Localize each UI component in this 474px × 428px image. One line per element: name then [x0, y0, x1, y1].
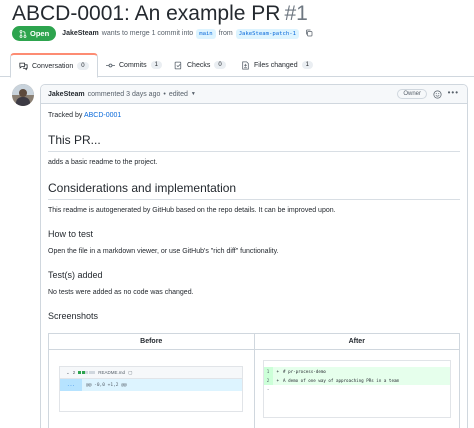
tracked-by-text: Tracked by [48, 112, 83, 119]
heading-divider [48, 151, 460, 152]
tab-conversation[interactable]: Conversation 0 [10, 53, 98, 78]
diff-hunk-header: @@ -0,0 +1,2 @@ [86, 382, 127, 388]
diffstat-bar [78, 371, 96, 374]
comment-discussion-icon [19, 62, 28, 70]
from-text: from [218, 30, 233, 37]
chevron-down-icon: ⌄ [266, 385, 270, 391]
pr-tabs: Conversation 0 Commits 1 Checks 0 Files … [0, 53, 474, 78]
diff-added-line: 1 + # pr-process-demo [263, 367, 450, 376]
diff-file-header: ⌄ 2 README.md ▢ [60, 367, 242, 379]
heading-how-to-test: How to test [48, 229, 94, 239]
heading-considerations: Considerations and implementation [48, 181, 237, 195]
after-screenshot-image[interactable]: 1 + # pr-process-demo 2 + A demo of one … [262, 360, 451, 418]
tab-label: Files changed [254, 61, 298, 69]
tracked-by-line: Tracked by ABCD-0001 [48, 112, 121, 119]
tab-checks[interactable]: Checks 0 [166, 53, 234, 77]
tracked-by-link[interactable]: ABCD-0001 [84, 112, 121, 119]
avatar-body [16, 97, 30, 106]
pr-number: #1 [284, 2, 308, 25]
tab-label: Checks [187, 61, 211, 69]
diff-code: # pr-process-demo [283, 369, 326, 374]
avatar[interactable] [12, 84, 34, 106]
diff-added-line: 2 + A demo of one way of approaching PRs… [263, 376, 450, 385]
merge-text: wants to merge 1 commit into [101, 30, 194, 37]
pr-title: ABCD-0001: An example PR #1 [12, 2, 308, 26]
chevron-down-icon[interactable]: ▼ [191, 91, 196, 97]
screenshots-table-header: Before After [49, 334, 459, 350]
before-screenshot-image[interactable]: ⌄ 2 README.md ▢ ... @@ -0,0 +1,2 @@ [59, 366, 243, 412]
tab-counter: 0 [214, 61, 226, 69]
after-screenshot-cell: 1 + # pr-process-demo 2 + A demo of one … [253, 350, 460, 428]
before-screenshot-cell: ⌄ 2 README.md ▢ ... @@ -0,0 +1,2 @@ [49, 350, 254, 428]
diff-count: 2 [72, 370, 76, 375]
comment-author-link[interactable]: JakeSteam [48, 91, 85, 98]
pr-meta: Open JakeSteam wants to merge 1 commit i… [12, 26, 313, 41]
copy-icon[interactable] [305, 29, 313, 39]
heading-this-pr: This PR... [48, 133, 101, 147]
tab-label: Commits [119, 61, 147, 69]
heading-tests-added: Test(s) added [48, 270, 103, 280]
pr-description-comment: JakeSteam commented 3 days ago • edited … [40, 84, 468, 428]
heading-divider [48, 199, 460, 200]
kebab-menu-icon[interactable]: ••• [448, 88, 459, 97]
tab-label: Conversation [32, 62, 74, 70]
tests-added-text: No tests were added as no code was chang… [48, 289, 194, 296]
base-branch[interactable]: main [196, 28, 216, 39]
edited-dropdown[interactable]: edited [169, 91, 188, 98]
expand-icon: ... [60, 379, 82, 391]
screenshots-table-row: ⌄ 2 README.md ▢ ... @@ -0,0 +1,2 @@ 1 + … [49, 350, 459, 428]
comment-time[interactable]: commented 3 days ago [88, 91, 161, 98]
avatar-head [19, 89, 27, 97]
tab-files-changed[interactable]: Files changed 1 [233, 53, 321, 77]
diff-hunk-row: ... @@ -0,0 +1,2 @@ [60, 379, 242, 391]
considerations-text: This readme is autogenerated by GitHub b… [48, 207, 336, 214]
git-commit-icon [106, 63, 115, 67]
after-column-header: After [253, 334, 460, 349]
pr-title-text: ABCD-0001: An example PR [12, 2, 281, 25]
copy-icon: ▢ [128, 369, 133, 375]
tab-counter: 1 [301, 61, 313, 69]
git-pull-request-icon [19, 29, 27, 38]
head-branch[interactable]: JakeSteam-patch-1 [235, 28, 299, 39]
file-diff-icon [242, 60, 249, 70]
diff-code: A demo of one way of approaching PRs in … [283, 378, 400, 383]
smiley-icon[interactable] [433, 90, 442, 101]
screenshots-table: Before After ⌄ 2 README.md ▢ ... @@ -0,0… [48, 333, 460, 428]
line-number: 2 [263, 376, 273, 385]
line-number: 1 [263, 367, 273, 376]
tab-counter: 1 [150, 61, 162, 69]
comment-separator: • [163, 90, 166, 98]
how-to-test-text: Open the file in a markdown viewer, or u… [48, 248, 279, 255]
this-pr-text: adds a basic readme to the project. [48, 159, 158, 166]
pr-author-link[interactable]: JakeSteam [62, 30, 99, 37]
tab-commits[interactable]: Commits 1 [98, 53, 170, 77]
comment-header: JakeSteam commented 3 days ago • edited … [41, 85, 467, 104]
state-badge: Open [12, 26, 57, 41]
chevron-down-icon: ⌄ [66, 369, 70, 375]
owner-badge: Owner [397, 89, 427, 99]
heading-screenshots: Screenshots [48, 311, 99, 321]
diff-file-name: README.md [98, 370, 126, 375]
state-label: Open [30, 29, 50, 38]
diff-blank-row: ⌄ [264, 385, 450, 391]
tab-counter: 0 [77, 62, 89, 70]
checklist-icon [174, 61, 182, 69]
before-column-header: Before [140, 338, 163, 345]
